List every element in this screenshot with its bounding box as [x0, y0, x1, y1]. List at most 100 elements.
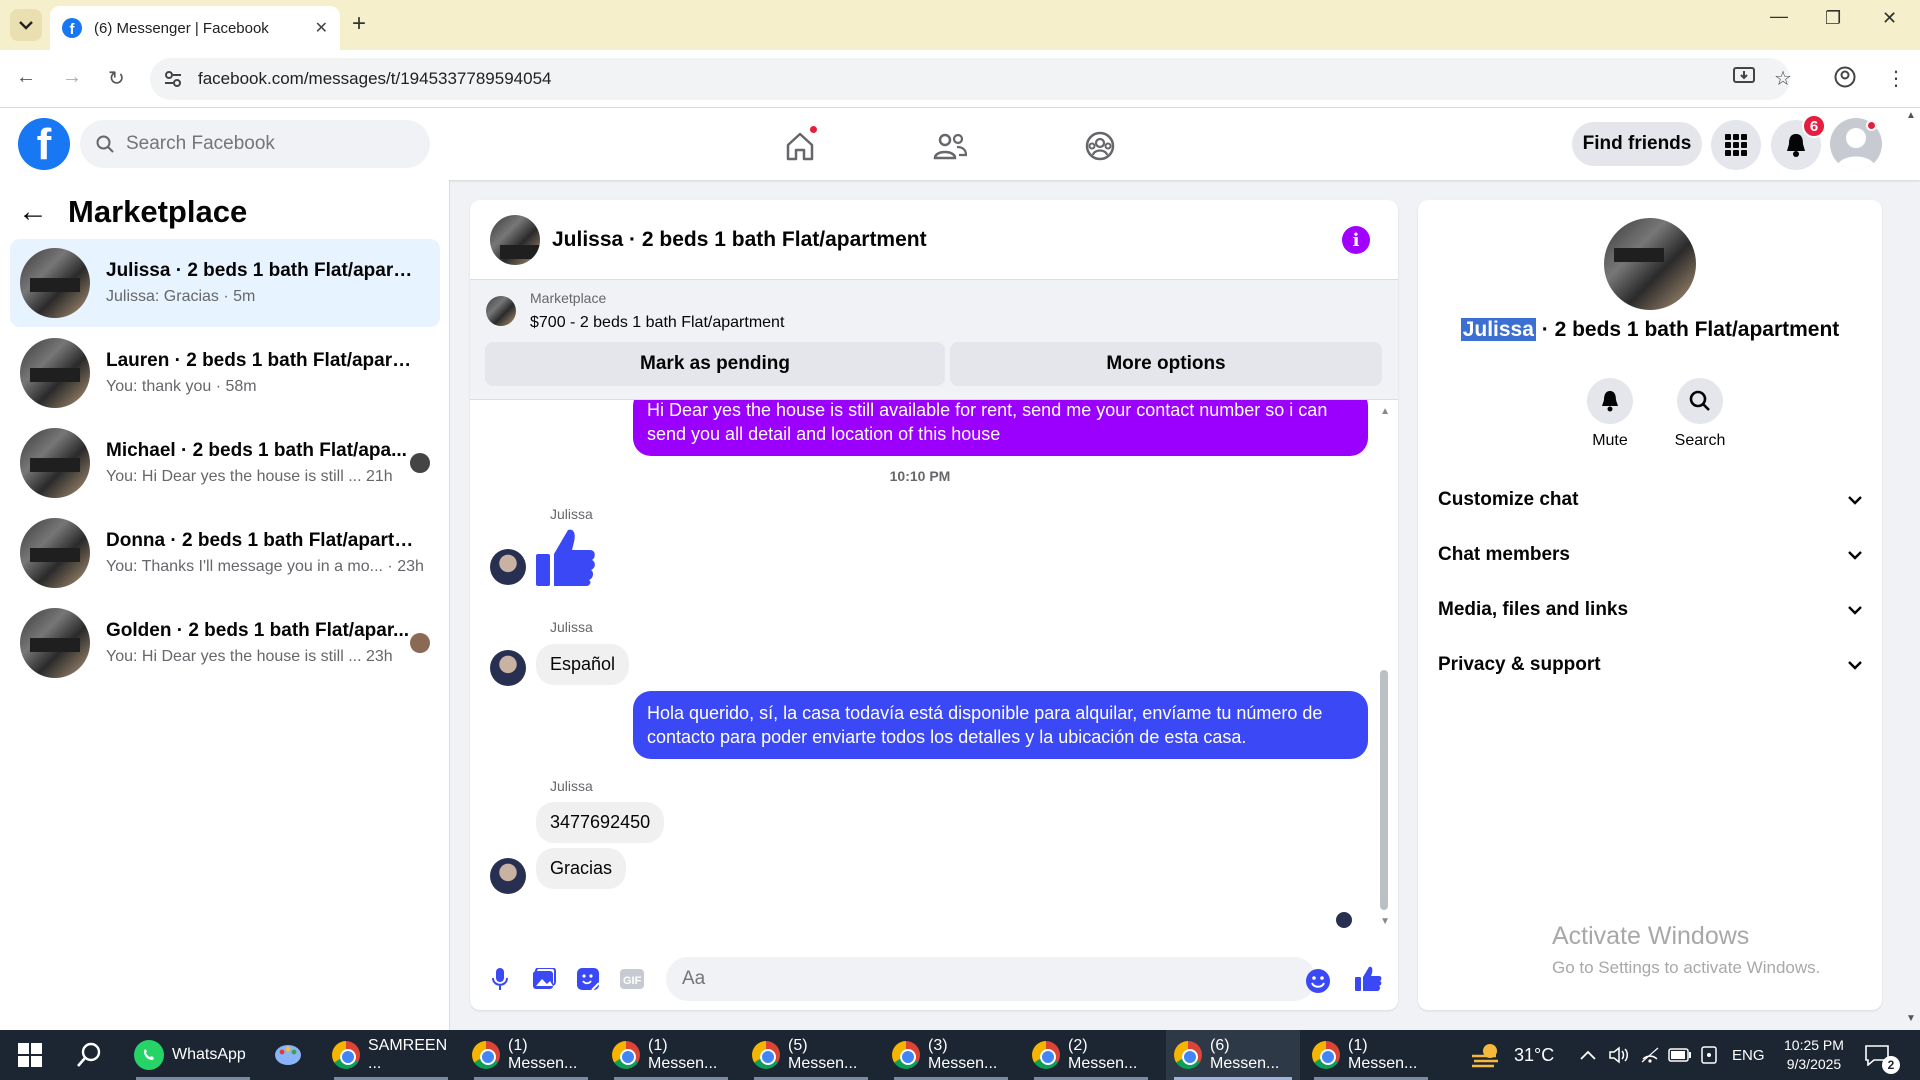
volume-icon[interactable]	[1608, 1030, 1630, 1080]
sender-avatar[interactable]	[490, 650, 526, 686]
bell-icon	[1787, 134, 1805, 157]
sticker-icon[interactable]	[574, 965, 602, 993]
conversation-item-michael[interactable]: Michael · 2 beds 1 bath Flat/apa... You: …	[10, 419, 440, 507]
start-button[interactable]	[18, 1030, 42, 1080]
listing-price-title[interactable]: $700 - 2 beds 1 bath Flat/apartment	[530, 314, 784, 332]
clock[interactable]: 10:25 PM 9/3/2025	[1784, 1030, 1844, 1080]
message-input-box[interactable]	[666, 957, 1316, 1001]
conversation-preview: Julissa: Gracias · 5m	[106, 288, 256, 305]
bookmark-star-icon[interactable]: ☆	[1774, 66, 1792, 91]
message-thread: Hi Dear yes the house is still available…	[470, 400, 1398, 945]
tab-search-button[interactable]	[10, 9, 42, 41]
back-arrow-icon[interactable]: ←	[18, 195, 48, 229]
chat-title[interactable]: Julissa · 2 beds 1 bath Flat/apartment	[552, 228, 927, 252]
scroll-up-icon[interactable]: ▲	[1380, 406, 1390, 417]
more-options-button[interactable]: More options	[950, 342, 1382, 386]
thumbs-up-send-icon[interactable]	[1354, 965, 1382, 993]
outgoing-message[interactable]: Hola querido, sí, la casa todavía está d…	[633, 691, 1368, 759]
conversation-name: Golden · 2 beds 1 bath Flat/apar...	[106, 620, 410, 641]
chat-members-section[interactable]: Chat members	[1438, 535, 1862, 575]
photo-icon[interactable]	[530, 965, 558, 993]
conversation-name: Donna · 2 beds 1 bath Flat/apartm...	[106, 530, 416, 551]
install-app-icon[interactable]	[1733, 66, 1755, 92]
window-close-icon[interactable]: ✕	[1882, 8, 1897, 29]
facebook-header: f Find friends 6	[0, 108, 1920, 180]
listing-thumbnail	[20, 338, 90, 408]
scroll-down-icon[interactable]: ▼	[1906, 1013, 1916, 1024]
conversation-item-julissa[interactable]: Julissa · 2 beds 1 bath Flat/apartm... Ju…	[10, 239, 440, 327]
facebook-logo-icon[interactable]: f	[18, 118, 70, 170]
wifi-icon[interactable]	[1640, 1030, 1660, 1080]
search-in-chat-button[interactable]: Search	[1660, 378, 1740, 450]
back-icon[interactable]: ←	[16, 66, 36, 89]
conversation-preview: You: Hi Dear yes the house is still ... …	[106, 648, 393, 665]
page-scrollbar[interactable]: ▲ ▼	[1902, 108, 1920, 1030]
taskbar-messenger-window[interactable]: (2) Messen...	[1026, 1030, 1156, 1080]
friends-nav-icon[interactable]	[930, 126, 970, 166]
media-files-links-section[interactable]: Media, files and links	[1438, 590, 1862, 630]
mute-button[interactable]: Mute	[1570, 378, 1650, 450]
incoming-message[interactable]: Gracias	[536, 848, 627, 889]
chat-listing-thumbnail[interactable]	[490, 214, 540, 265]
taskbar-messenger-window[interactable]: (1) Messen...	[606, 1030, 736, 1080]
incoming-message[interactable]: Español	[536, 644, 630, 685]
weather-widget[interactable]: 31°C	[1470, 1030, 1554, 1080]
action-center-button[interactable]: 2	[1864, 1030, 1900, 1080]
incoming-message[interactable]: 3477692450	[536, 802, 665, 843]
taskbar-messenger-window-active[interactable]: (6) Messen...	[1166, 1030, 1300, 1080]
find-friends-button[interactable]: Find friends	[1572, 122, 1702, 166]
browser-tab-active[interactable]: f (6) Messenger | Facebook ✕	[50, 6, 340, 50]
language-indicator[interactable]: ENG	[1732, 1030, 1765, 1080]
tab-close-icon[interactable]: ✕	[315, 18, 328, 38]
facebook-search[interactable]	[80, 120, 430, 168]
conversation-item-golden[interactable]: Golden · 2 beds 1 bath Flat/apar... You: …	[10, 599, 440, 687]
restore-icon[interactable]: ❐	[1825, 8, 1841, 29]
menu-grid-button[interactable]	[1711, 120, 1761, 170]
thumbs-up-sticker-icon[interactable]	[534, 524, 598, 593]
info-icon[interactable]: i	[1342, 226, 1370, 254]
new-tab-button[interactable]: +	[352, 10, 366, 38]
scroll-down-icon[interactable]: ▼	[1380, 916, 1390, 927]
taskbar-messenger-window[interactable]: (5) Messen...	[746, 1030, 876, 1080]
privacy-support-section[interactable]: Privacy & support	[1438, 645, 1862, 685]
sender-avatar[interactable]	[490, 858, 526, 894]
taskbar-label: (2) Messen...	[1068, 1037, 1138, 1072]
chat-scrollbar-thumb[interactable]	[1380, 670, 1388, 910]
taskbar-paint-app[interactable]	[274, 1030, 310, 1080]
site-settings-icon[interactable]	[164, 70, 182, 88]
browser-menu-icon[interactable]: ⋮	[1886, 66, 1906, 91]
chrome-icon	[472, 1041, 500, 1069]
emoji-icon[interactable]	[1304, 967, 1332, 995]
conversation-item-lauren[interactable]: Lauren · 2 beds 1 bath Flat/apartm... You…	[10, 329, 440, 417]
conversation-item-donna[interactable]: Donna · 2 beds 1 bath Flat/apartm... You:…	[10, 509, 440, 597]
customize-chat-section[interactable]: Customize chat	[1438, 480, 1862, 520]
microphone-icon[interactable]	[486, 965, 514, 993]
details-listing-photo[interactable]	[1604, 218, 1696, 310]
groups-nav-icon[interactable]	[1080, 126, 1120, 166]
taskbar-search-button[interactable]	[76, 1030, 102, 1080]
taskbar-chrome-samreen[interactable]: SAMREEN ...	[326, 1030, 456, 1080]
outgoing-message[interactable]: Hi Dear yes the house is still available…	[633, 400, 1368, 456]
scroll-up-icon[interactable]: ▲	[1906, 110, 1916, 121]
forward-icon[interactable]: →	[62, 66, 82, 89]
search-input[interactable]	[126, 133, 406, 155]
taskbar-whatsapp[interactable]: WhatsApp	[128, 1030, 258, 1080]
mark-as-pending-button[interactable]: Mark as pending	[485, 342, 945, 386]
gif-icon[interactable]: GIF	[618, 965, 646, 993]
message-input[interactable]	[682, 968, 1242, 990]
profile-icon[interactable]	[1834, 66, 1856, 94]
sender-avatar[interactable]	[490, 549, 526, 585]
activate-windows-title: Activate Windows	[1552, 922, 1750, 950]
home-alert-dot	[808, 124, 819, 135]
chevron-down-icon	[1848, 496, 1862, 505]
taskbar-messenger-window[interactable]: (1) Messen...	[1306, 1030, 1436, 1080]
taskbar-messenger-window[interactable]: (1) Messen...	[466, 1030, 596, 1080]
reload-icon[interactable]: ↻	[108, 66, 125, 91]
tablet-mode-icon[interactable]	[1700, 1030, 1718, 1080]
taskbar-messenger-window[interactable]: (3) Messen...	[886, 1030, 1016, 1080]
minimize-icon[interactable]: —	[1770, 6, 1788, 27]
address-bar[interactable]: facebook.com/messages/t/1945337789594054	[150, 58, 1790, 100]
home-nav-icon[interactable]	[780, 124, 820, 166]
show-hidden-icons[interactable]	[1580, 1030, 1596, 1080]
battery-icon[interactable]	[1668, 1030, 1692, 1080]
